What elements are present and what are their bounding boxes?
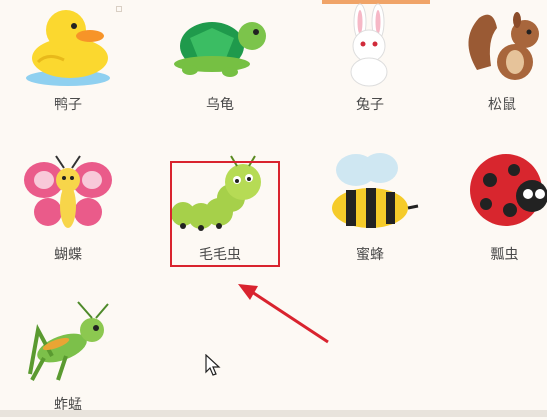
bottom-scroll-area xyxy=(0,410,547,417)
mouse-cursor-icon xyxy=(205,354,221,376)
pointer-arrow xyxy=(238,284,329,344)
